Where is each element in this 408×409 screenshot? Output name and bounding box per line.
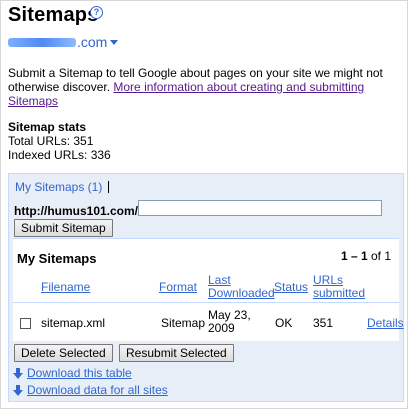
row-details-link[interactable]: Details: [367, 317, 404, 330]
resubmit-selected-button[interactable]: Resubmit Selected: [119, 344, 234, 362]
row-checkbox[interactable]: [20, 318, 31, 329]
sitemap-stats: Sitemap stats Total URLs: 351 Indexed UR…: [8, 120, 111, 162]
row-format: Sitemap: [161, 316, 206, 330]
header-divider: [13, 302, 399, 303]
sitemap-url-input[interactable]: [138, 200, 382, 216]
table-title: My Sitemaps: [17, 251, 97, 266]
sitemap-url-prefix: http://humus101.com/: [14, 204, 139, 218]
download-table-link[interactable]: Download this table: [27, 366, 132, 380]
row-urls-submitted: 351: [313, 316, 334, 330]
submit-sitemap-button[interactable]: Submit Sitemap: [14, 219, 113, 237]
row-filename: sitemap.xml: [41, 316, 106, 330]
total-urls: Total URLs: 351: [8, 134, 94, 148]
pager-total: of 1: [370, 249, 391, 263]
sitemaps-panel: My Sitemaps (1) http://humus101.com/ Sub…: [8, 173, 404, 402]
sitemaps-table-container: My Sitemaps 1 – 1 of 1 Filename Format L…: [13, 238, 404, 341]
column-format[interactable]: Format: [159, 281, 197, 294]
tab-my-sitemaps[interactable]: My Sitemaps (1): [15, 180, 110, 194]
pager: 1 – 1 of 1: [341, 249, 391, 263]
download-all-link[interactable]: Download data for all sites: [27, 383, 168, 397]
intro-text: Submit a Sitemap to tell Google about pa…: [8, 66, 403, 108]
site-suffix: .com: [77, 34, 108, 50]
download-table-row[interactable]: Download this table: [13, 366, 132, 380]
download-arrow-icon: [13, 367, 23, 379]
delete-selected-button[interactable]: Delete Selected: [14, 344, 113, 362]
column-urls-submitted[interactable]: URLs submitted: [313, 274, 373, 300]
row-status: OK: [275, 316, 293, 330]
stats-heading: Sitemap stats: [8, 120, 87, 134]
row-last-downloaded: May 23, 2009: [208, 308, 251, 335]
column-filename[interactable]: Filename: [41, 281, 90, 294]
column-status[interactable]: Status: [274, 281, 308, 294]
column-last-downloaded[interactable]: Last Downloaded: [208, 274, 275, 300]
site-selector[interactable]: .com: [8, 34, 119, 50]
tab-label: My Sitemaps (1): [15, 180, 103, 194]
tab-separator: [108, 181, 110, 193]
indexed-urls: Indexed URLs: 336: [8, 148, 111, 162]
help-icon[interactable]: ?: [90, 6, 103, 19]
site-name-redacted: [8, 37, 76, 47]
pager-range: 1 – 1: [340, 249, 368, 263]
download-all-row[interactable]: Download data for all sites: [13, 383, 168, 397]
chevron-down-icon: [110, 39, 119, 45]
download-arrow-icon: [13, 384, 23, 396]
page-title: Sitemaps: [8, 4, 99, 26]
